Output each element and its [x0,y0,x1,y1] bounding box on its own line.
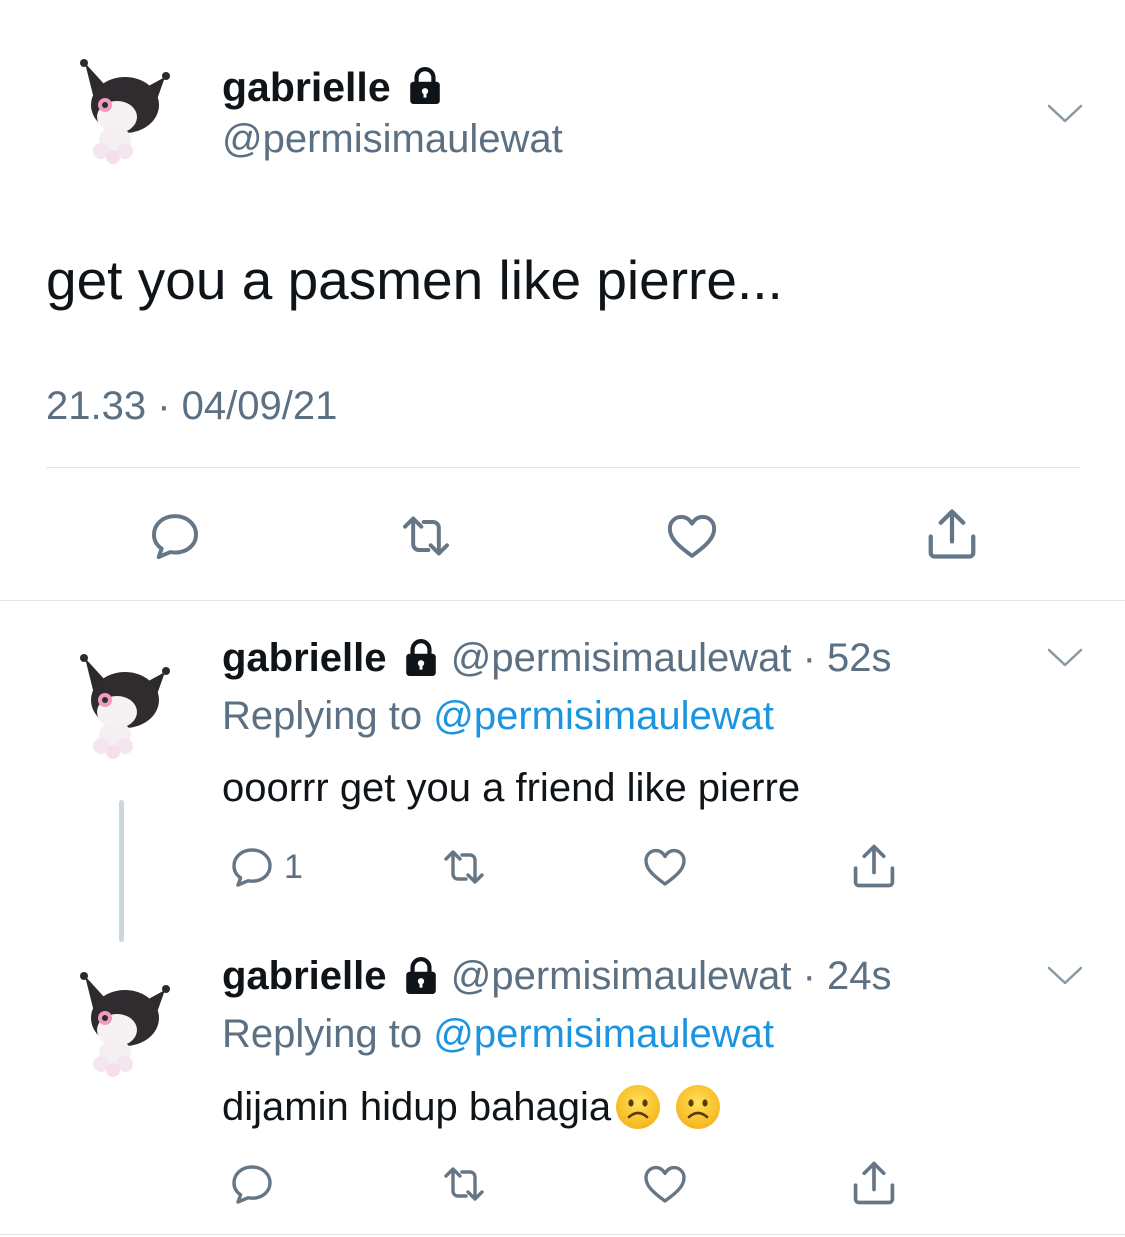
like-icon[interactable] [664,508,720,564]
replying-to: Replying to @permisimaulewat [222,694,774,739]
lock-icon [402,639,440,677]
chevron-down-icon[interactable] [1045,646,1085,670]
handle[interactable]: @permisimaulewat [222,117,563,162]
reply-header: gabrielle @permisimaulewat · 52s [222,636,892,681]
reply-icon[interactable] [147,508,203,564]
replying-to-label: Replying to [222,694,423,738]
reply-header: gabrielle @permisimaulewat · 24s [222,954,892,999]
kuromi-avatar-icon [75,55,175,165]
kuromi-avatar-icon [75,968,175,1078]
kuromi-avatar-icon [75,650,175,760]
avatar[interactable] [75,968,175,1078]
tweet-text: get you a pasmen like pierre... [46,249,783,311]
divider [46,467,1080,468]
like-icon[interactable] [641,1160,689,1208]
reply-time[interactable]: 24s [827,954,892,998]
reply-text-row: dijamin hidup bahagia [222,1084,721,1130]
retweet-icon[interactable] [440,843,488,891]
display-name[interactable]: gabrielle [222,636,387,680]
frowning-face-emoji [615,1084,661,1130]
chevron-down-icon[interactable] [1045,964,1085,988]
reply-time[interactable]: 52s [827,636,892,680]
divider [0,1234,1125,1235]
share-icon[interactable] [848,1157,900,1209]
thread-line [119,800,124,942]
divider [0,600,1125,601]
retweet-icon[interactable] [398,508,454,564]
separator-dot: · [791,954,828,998]
reply-text: ooorrr get you a friend like pierre [222,766,801,810]
frowning-face-emoji [675,1084,721,1130]
tweet-timestamp[interactable]: 21.33 · 04/09/21 [46,384,337,429]
retweet-icon[interactable] [440,1160,488,1208]
share-icon[interactable] [922,504,982,564]
avatar[interactable] [75,650,175,760]
reply-count: 1 [284,848,303,886]
display-name[interactable]: gabrielle [222,954,387,998]
reply-text: dijamin hidup bahagia [222,1085,612,1129]
separator-dot: · [791,636,828,680]
like-icon[interactable] [641,843,689,891]
reply-icon[interactable] [228,843,276,891]
display-name[interactable]: gabrielle [222,64,444,111]
replying-to-label: Replying to [222,1012,423,1056]
replying-to: Replying to @permisimaulewat [222,1012,774,1057]
replying-to-link[interactable]: @permisimaulewat [433,1012,774,1056]
lock-icon [406,67,444,105]
handle[interactable]: @permisimaulewat [451,636,792,680]
lock-icon [402,957,440,995]
avatar[interactable] [75,55,175,165]
replying-to-link[interactable]: @permisimaulewat [433,694,774,738]
chevron-down-icon[interactable] [1045,102,1085,126]
handle[interactable]: @permisimaulewat [451,954,792,998]
reply-icon[interactable] [228,1160,276,1208]
share-icon[interactable] [848,840,900,892]
display-name-text[interactable]: gabrielle [222,64,391,110]
